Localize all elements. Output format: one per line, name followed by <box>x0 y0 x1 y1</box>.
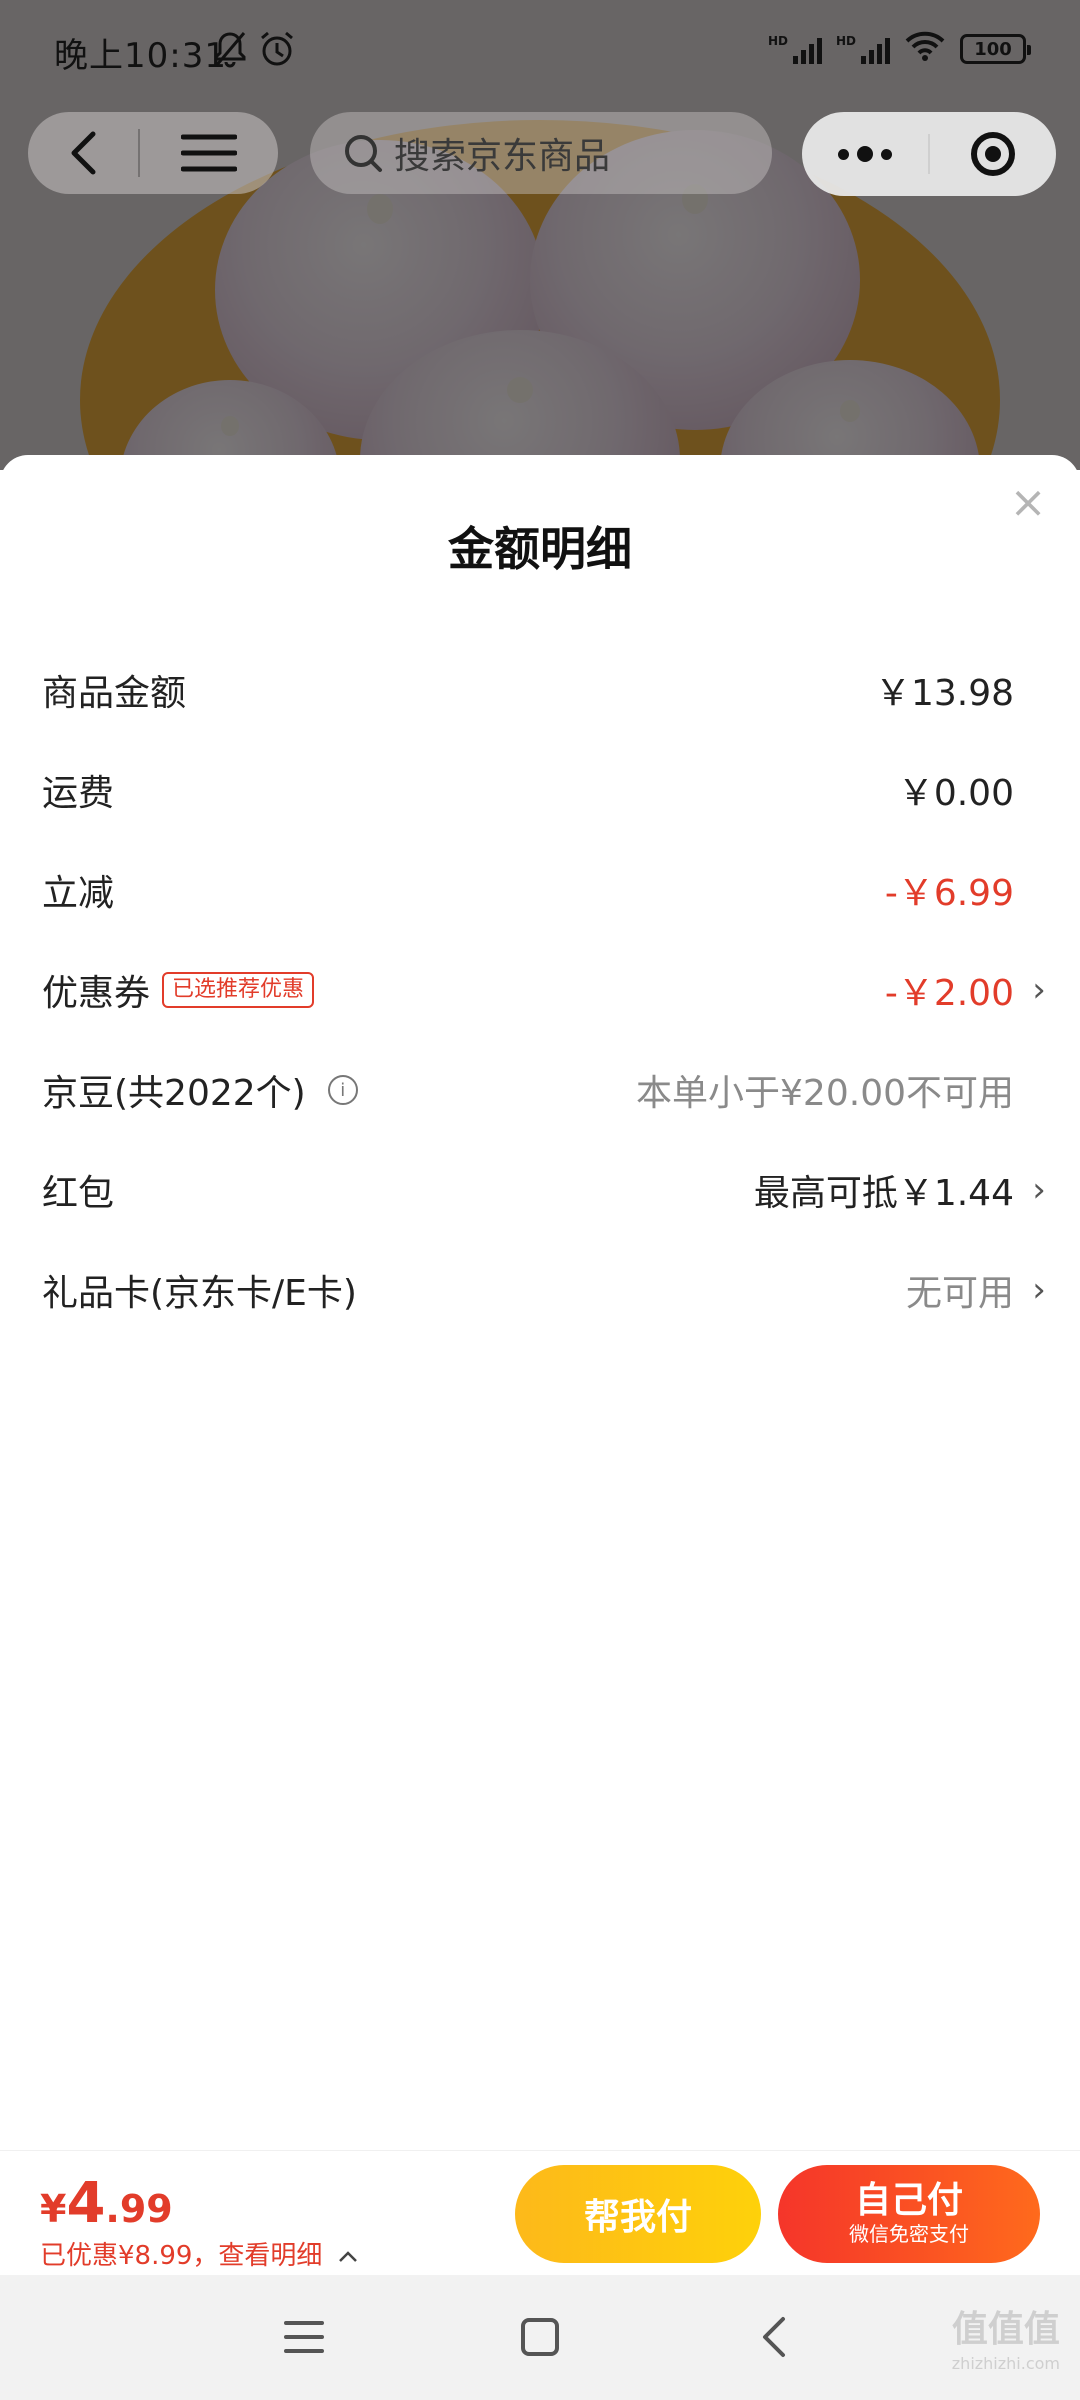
chevron-left-icon <box>763 2317 785 2357</box>
chevron-up-icon <box>338 2251 357 2262</box>
chevron-right-icon: › <box>1032 1170 1046 1210</box>
pay-myself-button[interactable]: 自己付 微信免密支付 <box>778 2165 1040 2263</box>
wifi-icon <box>904 30 946 68</box>
total-price: ¥4.99 <box>40 2171 173 2236</box>
recommended-tag: 已选推荐优惠 <box>162 972 315 1008</box>
row-label: 礼品卡(京东卡/E卡) <box>42 1273 357 1314</box>
currency-symbol: ¥ <box>40 2187 67 2231</box>
target-icon <box>971 132 1015 176</box>
system-nav-bar: 值值值 zhizhizhi.com <box>0 2275 1080 2400</box>
row-goods-amount: 商品金额 ￥13.98 <box>42 655 1048 725</box>
row-value: 无可用 <box>905 1273 1014 1314</box>
pay-myself-label: 自己付 <box>854 2180 963 2221</box>
system-back-button[interactable] <box>742 2305 806 2369</box>
pay-myself-sublabel: 微信免密支付 <box>849 2222 969 2246</box>
amount-detail-sheet: × 金额明细 商品金额 ￥13.98 运费 ￥0.00 立减 -￥6.99 优惠… <box>0 455 1080 2275</box>
back-button[interactable] <box>28 112 138 194</box>
hamburger-icon <box>181 134 237 172</box>
row-value: -￥6.99 <box>884 873 1014 914</box>
battery-icon: 100 <box>960 34 1031 64</box>
row-label: 运费 <box>42 773 115 814</box>
info-icon[interactable]: i <box>327 1075 358 1105</box>
dot-icon <box>857 146 873 162</box>
status-time: 晚上10:31 <box>54 36 227 76</box>
sheet-title: 金额明细 <box>448 522 632 576</box>
row-label: 红包 <box>42 1173 115 1214</box>
hd-label: HD <box>767 34 788 48</box>
chevron-left-icon <box>71 131 96 175</box>
hd-label: HD <box>835 34 856 48</box>
chevron-right-icon: › <box>1032 970 1046 1010</box>
total-decimal: .99 <box>105 2187 173 2231</box>
row-value: 本单小于¥20.00不可用 <box>636 1073 1014 1114</box>
nav-pill <box>28 112 278 194</box>
row-label: 优惠券 <box>42 973 151 1014</box>
mute-bell-icon <box>212 30 248 77</box>
battery-level: 100 <box>974 38 1012 60</box>
watermark-text: 值值值 <box>951 2309 1060 2350</box>
search-input[interactable]: 搜索京东商品 <box>310 112 772 194</box>
row-coupon[interactable]: 优惠券 已选推荐优惠 -￥2.00 › <box>42 955 1048 1025</box>
row-value: ￥13.98 <box>874 673 1014 714</box>
row-label: 商品金额 <box>42 673 187 714</box>
view-detail-link[interactable]: 已优惠¥8.99，查看明细 <box>40 2235 359 2272</box>
home-button[interactable] <box>508 2305 572 2369</box>
row-value: ￥0.00 <box>897 773 1014 814</box>
help-me-pay-button[interactable]: 帮我付 <box>515 2165 761 2263</box>
row-value: -￥2.00 <box>884 973 1014 1014</box>
total-integer: 4 <box>66 2171 106 2236</box>
chevron-right-icon: › <box>1032 1270 1046 1310</box>
alarm-clock-icon <box>258 30 296 77</box>
row-label: 京豆(共2022个) <box>42 1073 306 1114</box>
search-icon <box>345 135 382 172</box>
signal-icon: HD <box>836 34 890 64</box>
status-indicators: HD HD 100 <box>768 30 1031 68</box>
row-value: 最高可抵￥1.44 <box>753 1173 1014 1214</box>
row-label: 立减 <box>42 873 115 914</box>
signal-icon: HD <box>768 34 822 64</box>
miniprogram-close-button[interactable] <box>930 112 1056 196</box>
watermark-url: zhizhizhi.com <box>951 2354 1060 2373</box>
status-bar: 晚上10:31 HD HD 100 <box>0 0 1080 96</box>
row-shipping: 运费 ￥0.00 <box>42 755 1048 825</box>
miniprogram-capsule <box>802 112 1056 196</box>
menu-lines-icon <box>284 2321 324 2353</box>
row-gift-card[interactable]: 礼品卡(京东卡/E卡) 无可用 › <box>42 1255 1048 1325</box>
dot-icon <box>838 148 849 160</box>
row-jd-beans: 京豆(共2022个) i 本单小于¥20.00不可用 <box>42 1055 1048 1125</box>
square-icon <box>521 2318 559 2356</box>
more-button[interactable] <box>802 112 928 196</box>
row-red-packet[interactable]: 红包 最高可抵￥1.44 › <box>42 1155 1048 1225</box>
search-placeholder: 搜索京东商品 <box>394 136 611 177</box>
saved-text: 已优惠¥8.99，查看明细 <box>40 2241 323 2271</box>
dot-icon <box>881 148 892 160</box>
recent-apps-button[interactable] <box>272 2305 336 2369</box>
watermark: 值值值 zhizhizhi.com <box>951 2312 1060 2381</box>
menu-button[interactable] <box>140 112 278 194</box>
row-instant-discount: 立减 -￥6.99 <box>42 855 1048 925</box>
pay-bar: ¥4.99 已优惠¥8.99，查看明细 帮我付 自己付 微信免密支付 <box>0 2150 1080 2275</box>
